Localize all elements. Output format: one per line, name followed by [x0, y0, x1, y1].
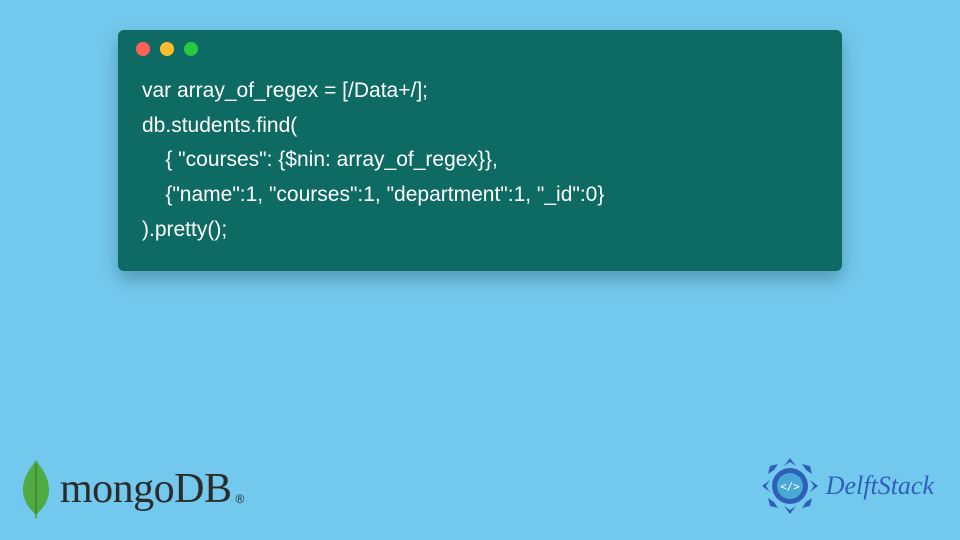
- registered-mark: ®: [236, 492, 245, 506]
- minimize-icon: [160, 42, 174, 56]
- leaf-icon: [18, 458, 54, 520]
- gear-icon: </>: [760, 456, 820, 516]
- delftstack-text: DelftStack: [826, 471, 934, 501]
- maximize-icon: [184, 42, 198, 56]
- code-line: ).pretty();: [142, 218, 227, 241]
- code-line: { "courses": {$nin: array_of_regex}},: [142, 148, 498, 171]
- svg-text:</>: </>: [780, 480, 800, 493]
- delftstack-logo: </> DelftStack: [760, 456, 934, 516]
- code-line: var array_of_regex = [/Data+/];: [142, 79, 428, 102]
- code-line: db.students.find(: [142, 114, 297, 137]
- footer: mongoDB ®: [0, 442, 960, 522]
- mongodb-text: mongoDB: [60, 465, 232, 513]
- code-body: var array_of_regex = [/Data+/]; db.stude…: [118, 68, 842, 271]
- code-line: {"name":1, "courses":1, "department":1, …: [142, 183, 604, 206]
- mongodb-logo: mongoDB ®: [18, 458, 246, 520]
- close-icon: [136, 42, 150, 56]
- window-header: [118, 30, 842, 68]
- code-window: var array_of_regex = [/Data+/]; db.stude…: [118, 30, 842, 271]
